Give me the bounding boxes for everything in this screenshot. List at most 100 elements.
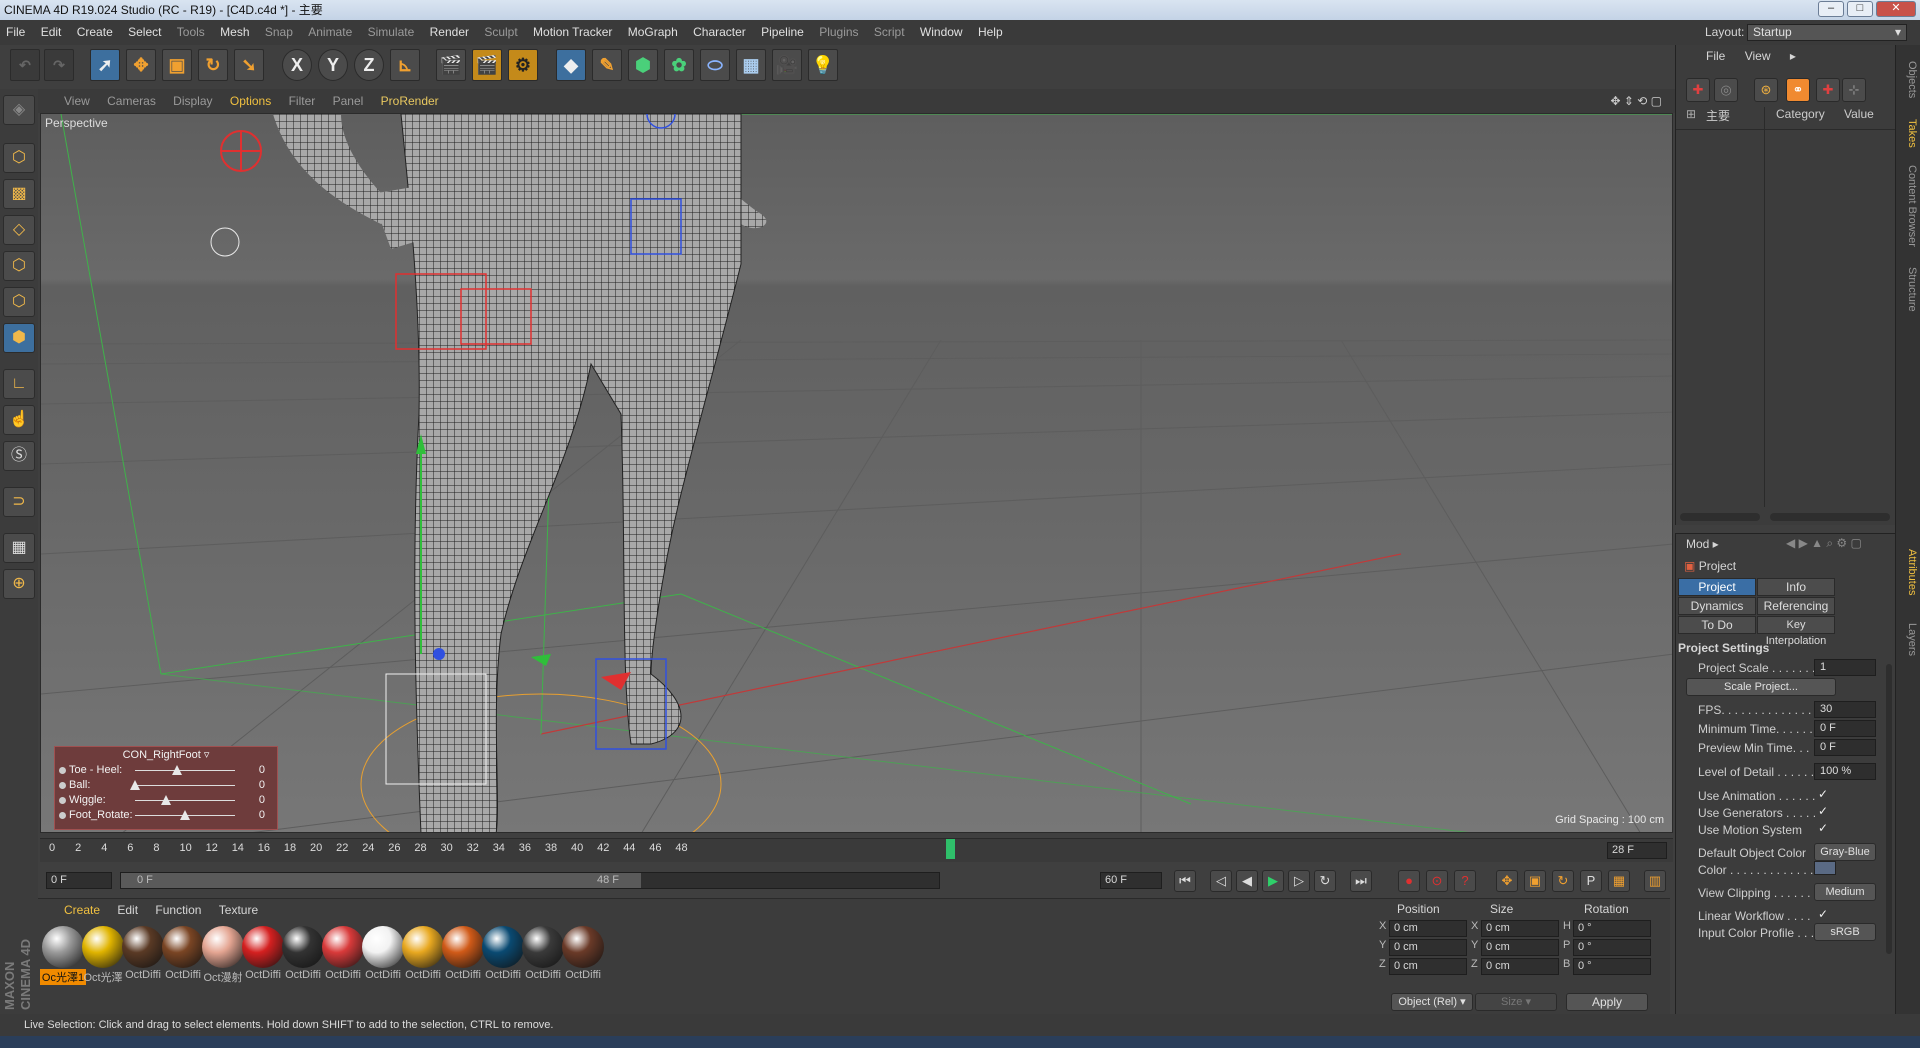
color-swatch[interactable]: [1814, 861, 1836, 875]
rotation-field[interactable]: 0 °: [1573, 958, 1651, 975]
close-button[interactable]: ✕: [1876, 1, 1916, 17]
menu-render[interactable]: Render: [424, 20, 475, 45]
material-swatch[interactable]: OctDiffi: [560, 926, 606, 986]
previous-key-icon[interactable]: ◁: [1210, 870, 1232, 892]
recent-tool-icon[interactable]: ➘: [234, 49, 264, 81]
key-rotation-icon[interactable]: ↻: [1552, 870, 1574, 892]
tweak-icon[interactable]: ☝: [3, 405, 35, 435]
menu-script[interactable]: Script: [868, 20, 911, 45]
start-frame-field[interactable]: 0 F: [46, 872, 112, 889]
tag-icon[interactable]: ✚: [1686, 78, 1710, 102]
layer-icon[interactable]: ◎: [1714, 78, 1738, 102]
layout-dropdown[interactable]: Startup ▾: [1747, 24, 1907, 41]
maximize-button[interactable]: □: [1847, 1, 1873, 17]
keyframe-selection-icon[interactable]: ?: [1454, 870, 1476, 892]
menu-character[interactable]: Character: [687, 20, 752, 45]
menu-simulate[interactable]: Simulate: [362, 20, 421, 45]
horizontal-scrollbar[interactable]: [1680, 513, 1760, 521]
attribute-nav-icons[interactable]: ◀ ▶ ▲ ⌕ ⚙ ▢: [1786, 536, 1862, 551]
perspective-viewport[interactable]: Perspective Grid Spacing : 100 cm CON_Ri…: [40, 113, 1673, 833]
preview-min-time-field[interactable]: 0 F: [1814, 739, 1876, 756]
position-field[interactable]: 0 cm: [1389, 920, 1467, 937]
material-menu-texture[interactable]: Texture: [212, 899, 265, 921]
render-settings-icon[interactable]: ⚙: [508, 49, 538, 81]
points-mode-icon[interactable]: ⬡: [3, 251, 35, 281]
deformer-icon[interactable]: ⬭: [700, 49, 730, 81]
chevron-right-icon[interactable]: ▸: [1790, 49, 1796, 63]
coordinate-system-icon[interactable]: ⊾: [390, 49, 420, 81]
edges-mode-icon[interactable]: ⬡: [3, 287, 35, 317]
fps-field[interactable]: 30: [1814, 701, 1876, 718]
slider-handle[interactable]: [161, 795, 171, 805]
scale-project-button[interactable]: Scale Project...: [1686, 678, 1836, 696]
viewport-menu-panel[interactable]: Panel: [326, 89, 371, 113]
x-axis-icon[interactable]: X: [282, 49, 312, 81]
model-mode-icon[interactable]: ⬡: [3, 143, 35, 173]
material-menu-function[interactable]: Function: [148, 899, 208, 921]
menu-snap[interactable]: Snap: [259, 20, 299, 45]
use-motion-system-checkbox[interactable]: ✓: [1818, 821, 1828, 835]
menu-help[interactable]: Help: [972, 20, 1009, 45]
cube-icon[interactable]: ◆: [556, 49, 586, 81]
size-mode-dropdown[interactable]: Size ▾: [1475, 993, 1557, 1011]
key-parameter-icon[interactable]: P: [1580, 870, 1602, 892]
menu-create[interactable]: Create: [71, 20, 119, 45]
pen-icon[interactable]: ✎: [592, 49, 622, 81]
size-field[interactable]: 0 cm: [1481, 939, 1559, 956]
minimize-button[interactable]: –: [1818, 1, 1844, 17]
use-animation-checkbox[interactable]: ✓: [1818, 787, 1828, 801]
play-icon[interactable]: ▶: [1262, 870, 1284, 892]
menu-window[interactable]: Window: [914, 20, 969, 45]
magnet-icon[interactable]: ⊃: [3, 487, 35, 517]
workplane-icon[interactable]: ◇: [3, 215, 35, 245]
viewport-menu-display[interactable]: Display: [166, 89, 219, 113]
y-axis-icon[interactable]: Y: [318, 49, 348, 81]
timeline-window-icon[interactable]: ▥: [1644, 870, 1666, 892]
menu-edit[interactable]: Edit: [35, 20, 68, 45]
tab-referencing[interactable]: Referencing: [1757, 597, 1835, 615]
preview-range-bar[interactable]: [121, 873, 641, 888]
polygons-mode-icon[interactable]: ⬢: [3, 323, 35, 353]
side-tab-objects[interactable]: Objects: [1899, 55, 1918, 105]
viewport-menu-cameras[interactable]: Cameras: [100, 89, 163, 113]
level-of-detail-field[interactable]: 100 %: [1814, 763, 1876, 780]
floor-icon[interactable]: ▦: [736, 49, 766, 81]
tab-key-interpolation[interactable]: Key Interpolation: [1757, 616, 1835, 647]
rotation-field[interactable]: 0 °: [1573, 920, 1651, 937]
slider-handle[interactable]: [130, 780, 140, 790]
autokey-icon[interactable]: ⊙: [1426, 870, 1448, 892]
tab-dynamics[interactable]: Dynamics: [1678, 597, 1756, 615]
z-axis-icon[interactable]: Z: [354, 49, 384, 81]
lock-workplane-icon[interactable]: ▦: [3, 533, 35, 563]
live-selection-icon[interactable]: ➚: [90, 49, 120, 81]
preview-range-track[interactable]: 0 F 48 F: [120, 872, 940, 889]
go-to-start-icon[interactable]: ⏮: [1174, 870, 1196, 892]
object-menu-view[interactable]: View: [1745, 49, 1771, 63]
menu-tools[interactable]: Tools: [171, 20, 211, 45]
rotation-field[interactable]: 0 °: [1573, 939, 1651, 956]
size-field[interactable]: 0 cm: [1481, 920, 1559, 937]
next-key-icon[interactable]: ↻: [1314, 870, 1336, 892]
playhead-marker[interactable]: [946, 839, 955, 859]
apply-button[interactable]: Apply: [1566, 993, 1648, 1011]
subdivision-icon[interactable]: ⬢: [628, 49, 658, 81]
chevron-down-icon[interactable]: ▿: [204, 749, 210, 761]
render-view-icon[interactable]: 🎬: [436, 49, 466, 81]
array-icon[interactable]: ✿: [664, 49, 694, 81]
menu-select[interactable]: Select: [122, 20, 167, 45]
weight-icon[interactable]: ⊹: [1842, 78, 1866, 102]
wiggle-slider[interactable]: [135, 800, 235, 801]
menu-motion-tracker[interactable]: Motion Tracker: [527, 20, 618, 45]
viewport-menu-options[interactable]: Options: [223, 89, 278, 113]
bone-icon[interactable]: ✚: [1816, 78, 1840, 102]
viewport-menu-prorender[interactable]: ProRender: [374, 89, 446, 113]
timeline-ruler[interactable]: 0 2 4 6 8 10 12 14 16 18 20 22 24 26 28 30 32 34 36 38 40 42 4…: [40, 838, 1673, 862]
key-position-icon[interactable]: ✥: [1496, 870, 1518, 892]
attribute-mode-menu[interactable]: Mod ▸: [1686, 537, 1719, 551]
tab-project-settings[interactable]: Project Settings: [1678, 578, 1756, 610]
coordinate-mode-dropdown[interactable]: Object (Rel) ▾: [1391, 993, 1473, 1011]
render-picture-viewer-icon[interactable]: 🎬: [472, 49, 502, 81]
key-pla-icon[interactable]: ▦: [1608, 870, 1630, 892]
viewport-menu-view[interactable]: View: [38, 89, 97, 113]
input-color-profile-dropdown[interactable]: sRGB: [1814, 923, 1876, 941]
